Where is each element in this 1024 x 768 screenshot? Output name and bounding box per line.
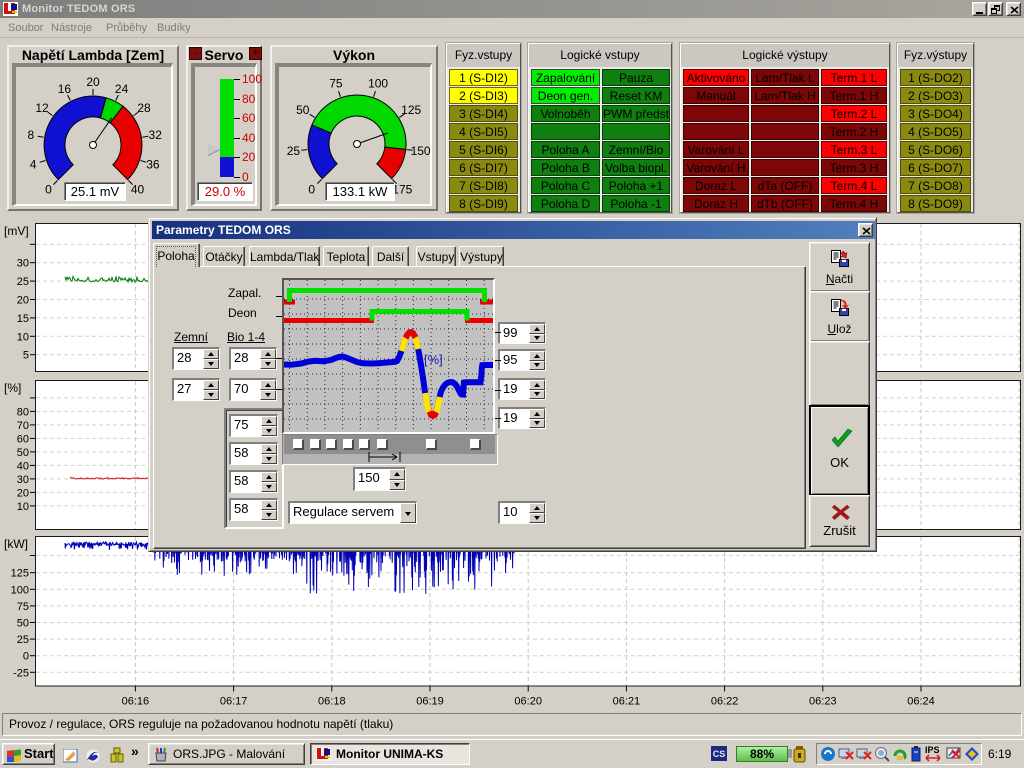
svg-text:5: 5 [23, 350, 29, 362]
svg-text:06:22: 06:22 [711, 696, 739, 708]
svg-text:25: 25 [17, 276, 29, 288]
svg-text:06:16: 06:16 [122, 696, 150, 708]
svg-text:06:17: 06:17 [220, 696, 248, 708]
svg-text:40: 40 [131, 183, 145, 197]
svg-text:32: 32 [149, 128, 163, 142]
svg-text:[%]: [%] [424, 352, 443, 367]
svg-text:25: 25 [17, 634, 29, 646]
svg-text:06:19: 06:19 [416, 696, 444, 708]
svg-text:175: 175 [392, 182, 412, 196]
svg-text:100: 100 [11, 584, 29, 596]
svg-text:28: 28 [137, 101, 151, 115]
svg-text:06:21: 06:21 [613, 696, 641, 708]
svg-text:12: 12 [35, 101, 49, 115]
svg-text:75: 75 [329, 77, 343, 91]
svg-text:15: 15 [17, 313, 29, 325]
svg-text:50: 50 [17, 618, 29, 630]
svg-text:16: 16 [58, 82, 72, 96]
svg-text:4: 4 [30, 158, 37, 172]
svg-text:30: 30 [17, 258, 29, 270]
svg-text:0: 0 [45, 183, 52, 197]
svg-text:50: 50 [17, 447, 29, 459]
svg-text:100: 100 [368, 77, 388, 91]
svg-text:25: 25 [287, 144, 301, 158]
svg-text:75: 75 [17, 601, 29, 613]
svg-text:10: 10 [17, 331, 29, 343]
svg-text:-25: -25 [13, 667, 29, 679]
svg-text:10: 10 [17, 501, 29, 513]
svg-text:80: 80 [17, 406, 29, 418]
svg-text:50: 50 [296, 103, 310, 117]
svg-text:20: 20 [17, 295, 29, 307]
svg-text:[mV]: [mV] [4, 224, 29, 238]
svg-text:0: 0 [308, 182, 315, 196]
svg-text:06:23: 06:23 [809, 696, 837, 708]
svg-text:125: 125 [401, 103, 421, 117]
svg-text:06:18: 06:18 [318, 696, 346, 708]
svg-text:30: 30 [17, 474, 29, 486]
svg-text:40: 40 [17, 460, 29, 472]
svg-text:70: 70 [17, 420, 29, 432]
svg-text:150: 150 [411, 144, 431, 158]
svg-text:06:20: 06:20 [514, 696, 542, 708]
svg-text:20: 20 [86, 75, 100, 89]
svg-text:[%]: [%] [4, 381, 21, 395]
svg-text:125: 125 [11, 568, 29, 580]
svg-text:0: 0 [23, 651, 29, 663]
svg-text:[kW]: [kW] [4, 537, 28, 551]
svg-text:60: 60 [17, 433, 29, 445]
svg-text:8: 8 [27, 128, 34, 142]
svg-text:06:24: 06:24 [907, 696, 935, 708]
svg-text:20: 20 [17, 487, 29, 499]
svg-text:36: 36 [146, 158, 160, 172]
svg-text:24: 24 [115, 82, 129, 96]
